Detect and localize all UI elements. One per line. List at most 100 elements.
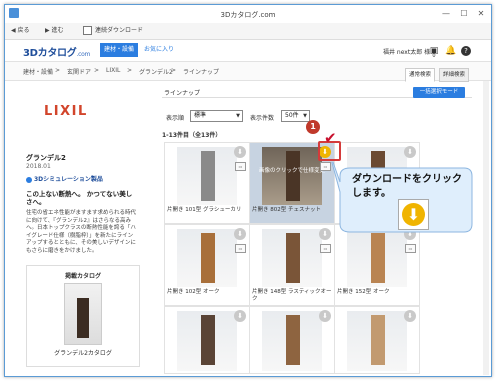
help-icon[interactable]: ?	[461, 46, 471, 56]
bell-icon[interactable]: 🔔	[445, 46, 456, 56]
forward-label: 進む	[51, 27, 64, 34]
breadcrumb-item[interactable]: LIXIL	[106, 67, 120, 74]
product-image[interactable]	[177, 147, 237, 205]
title-bar: 3Dカタログ.com — ☐ ✕	[5, 5, 491, 24]
door-image	[371, 233, 385, 283]
breadcrumb-item: ラインナップ	[183, 69, 220, 76]
door-image	[286, 315, 300, 365]
door-image	[77, 298, 89, 338]
product-caption: 片開き 802型 チェスナット	[252, 207, 321, 213]
product-caption: 片開き 148型 ラスティックオーク	[252, 289, 332, 302]
site-logo[interactable]: 3Dカタログ.com	[23, 44, 90, 59]
download-icon: ⬇	[402, 203, 425, 226]
compare-icon[interactable]: ▭	[235, 244, 246, 253]
product-card[interactable]: ⬇ ▭ 片開き 148型 ラスティックオーク	[249, 224, 335, 306]
tab-favorites[interactable]: お気に入り	[140, 43, 178, 57]
logo-suffix: .com	[76, 51, 90, 58]
count-label: 表示件数	[250, 115, 275, 122]
checkbox-icon[interactable]	[83, 26, 92, 35]
breadcrumb-item[interactable]: 玄関ドア	[67, 67, 91, 76]
product-caption: 片開き 152型 オーク	[337, 289, 390, 295]
door-image	[201, 151, 215, 201]
product-card[interactable]: ⬇	[164, 306, 250, 374]
product-name: グランデル2	[26, 154, 66, 162]
download-icon[interactable]: ⬇	[234, 310, 246, 322]
check-icon: ✔	[324, 129, 337, 147]
tab-normal-search[interactable]: 通常検索	[405, 68, 436, 82]
sort-label: 表示順	[166, 115, 185, 122]
product-image[interactable]	[347, 311, 407, 371]
callout-text: ダウンロードをクリックします。	[352, 174, 462, 199]
count-value: 50件	[285, 112, 299, 119]
hover-overlay-text: 画像のクリックで仕様変更	[258, 168, 325, 174]
continuous-download-toggle[interactable]: 連続ダウンロード	[83, 26, 143, 36]
download-icon[interactable]: ⬇	[234, 146, 246, 158]
download-icon[interactable]: ⬇	[234, 228, 246, 240]
cart-count: 0	[432, 53, 436, 59]
maker-logo: LIXIL	[44, 104, 88, 119]
step-marker: 1	[306, 120, 320, 134]
compare-icon[interactable]: ▭	[235, 162, 246, 171]
product-caption: 片開き 101型 グラシューカリ	[167, 207, 242, 213]
door-image	[201, 315, 215, 365]
breadcrumb: 建材・設備 > 玄関ドア > LIXIL > グランデル2 > ラインナップ 通…	[5, 62, 491, 82]
continuous-download-label: 連続ダウンロード	[95, 27, 144, 34]
catalog-cover-image[interactable]	[64, 283, 102, 345]
product-caption: 片開き 102型 オーク	[167, 289, 220, 295]
product-image[interactable]	[262, 311, 322, 371]
window-title: 3Dカタログ.com	[220, 11, 276, 19]
product-card[interactable]: ⬇ ▭ 片開き 102型 オーク	[164, 224, 250, 306]
scrollbar[interactable]	[483, 81, 489, 375]
close-button[interactable]: ✕	[474, 8, 488, 19]
product-image[interactable]	[177, 229, 237, 287]
site-header: 3Dカタログ.com 建材・設備 お気に入り 福井 next太郎 様 ▣ 0 🔔…	[5, 40, 491, 62]
simulation-icon	[26, 176, 32, 183]
door-image	[371, 315, 385, 365]
catalog-title: 掲載カタログ	[64, 273, 101, 280]
product-date: 2018.01	[26, 163, 51, 170]
compare-icon[interactable]: ▭	[405, 244, 416, 253]
download-icon[interactable]: ⬇	[404, 146, 416, 158]
product-image[interactable]	[262, 229, 322, 287]
bulk-select-mode-button[interactable]: 一括選択モード	[413, 87, 465, 98]
door-image	[201, 233, 215, 283]
count-select[interactable]: 50件 ▼	[281, 110, 310, 122]
breadcrumb-separator: >	[127, 67, 133, 74]
user-name[interactable]: 福井 next太郎 様	[383, 47, 430, 56]
browser-toolbar: ◀ 戻る ▶ 進む 連続ダウンロード	[5, 23, 491, 40]
breadcrumb-item[interactable]: グランデル2	[139, 67, 173, 76]
result-count: 1-13件目（全13件）	[162, 132, 222, 139]
minimize-button[interactable]: —	[439, 8, 453, 19]
breadcrumb-item[interactable]: 建材・設備	[23, 67, 53, 76]
catalog-box[interactable]: 掲載カタログ グランデル2カタログ	[26, 265, 140, 367]
product-card[interactable]: ⬇	[249, 306, 335, 374]
catalog-label: グランデル2カタログ	[54, 350, 112, 357]
simulation-link[interactable]: 3Dシミュレーション製品	[26, 174, 103, 183]
back-label: 戻る	[17, 27, 30, 34]
compare-icon[interactable]: ▭	[320, 244, 331, 253]
product-card[interactable]: ⬇ ▭ 片開き 101型 グラシューカリ	[164, 142, 250, 224]
door-image	[286, 233, 300, 283]
breadcrumb-separator: >	[55, 67, 61, 74]
product-card[interactable]: ⬇	[334, 306, 420, 374]
chevron-down-icon: ▼	[236, 113, 240, 119]
download-icon[interactable]: ⬇	[404, 310, 416, 322]
product-catchphrase: この上ない断熱へ。 かつてない美しさへ。	[26, 190, 133, 206]
lineup-title: ラインナップ	[164, 90, 201, 97]
chevron-down-icon: ▼	[303, 113, 307, 119]
product-description: 住宅の省エネ性能がますます求められる時代に向けて、『グランデル2』はさらなる高み…	[26, 210, 137, 254]
sort-value: 標準	[194, 112, 207, 119]
door-image	[286, 151, 300, 201]
breadcrumb-separator: >	[94, 67, 100, 74]
product-image[interactable]	[177, 311, 237, 371]
sort-select[interactable]: 標準 ▼	[190, 110, 243, 122]
download-button-illustration: ⬇	[398, 199, 429, 230]
tab-materials[interactable]: 建材・設備	[100, 43, 138, 57]
maximize-button[interactable]: ☐	[457, 8, 471, 19]
tab-detail-search[interactable]: 詳細検索	[439, 68, 470, 82]
download-icon[interactable]: ⬇	[319, 310, 331, 322]
back-button[interactable]: ◀ 戻る	[11, 26, 30, 36]
logo-text: 3Dカタログ	[23, 48, 77, 59]
forward-button[interactable]: ▶ 進む	[45, 26, 64, 36]
product-image[interactable]	[262, 147, 322, 205]
